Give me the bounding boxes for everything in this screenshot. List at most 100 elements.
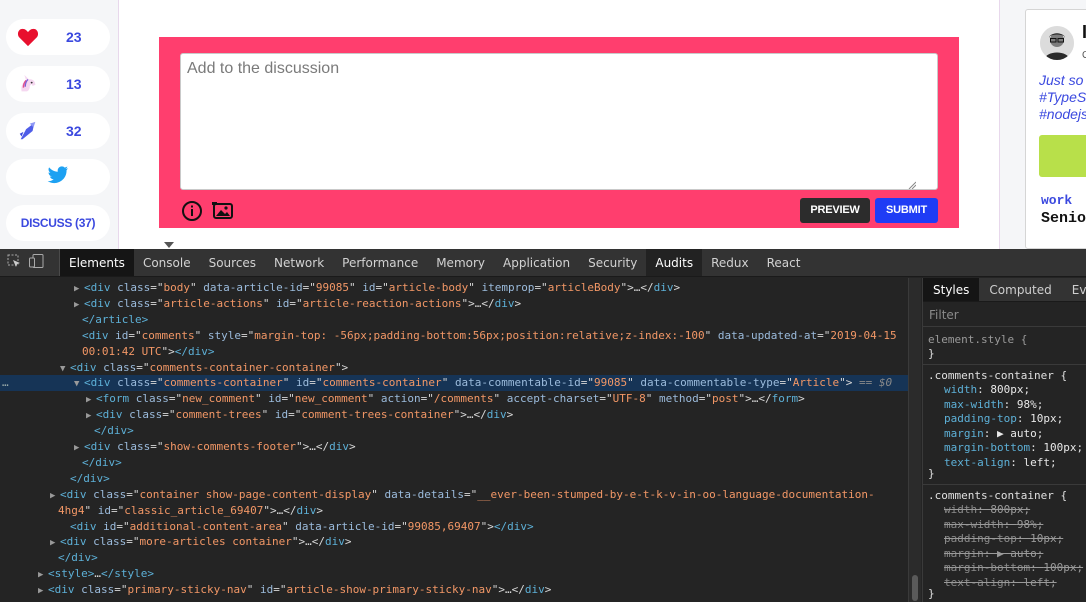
rule2-close: } <box>928 587 935 600</box>
dom-node[interactable]: </div> <box>0 550 908 566</box>
device-toolbar-icon[interactable] <box>29 253 45 272</box>
tab-security[interactable]: Security <box>579 249 646 276</box>
tab-performance[interactable]: Performance <box>333 249 427 276</box>
avatar[interactable] <box>1040 26 1074 60</box>
expand-arrow-icon[interactable]: ▶ <box>50 488 60 504</box>
dom-node[interactable]: 00:01:42 UTC"></div> <box>0 344 908 360</box>
dom-node[interactable]: <div id="additional-content-area" data-a… <box>0 519 908 535</box>
css-property[interactable]: max-width: 98%; <box>944 398 1043 412</box>
tab-audits[interactable]: Audits <box>646 249 703 276</box>
expand-arrow-icon[interactable]: ▶ <box>86 408 96 424</box>
comment-textarea[interactable]: Add to the discussion <box>180 53 938 190</box>
dom-token: 99085,69407 <box>407 519 481 533</box>
devtools-toolbar-icons <box>0 249 60 276</box>
author-name[interactable]: I <box>1082 22 1086 43</box>
css-token: : <box>983 426 997 440</box>
dom-node[interactable]: <div id="comments" style="margin-top: -5… <box>0 328 908 344</box>
css-token: ; <box>1036 546 1044 560</box>
tab-styles[interactable]: Styles <box>923 278 980 301</box>
tab-application[interactable]: Application <box>494 249 579 276</box>
expand-arrow-icon[interactable]: ▶ <box>86 392 96 408</box>
dom-node[interactable]: ▶ <style>…</style> <box>0 566 908 582</box>
dom-token: div <box>486 408 507 422</box>
styles-filter-input[interactable]: Filter <box>923 303 1086 327</box>
dom-node[interactable]: </article> <box>0 312 908 328</box>
css-token: 10px <box>1030 412 1057 425</box>
dom-token: " <box>493 392 507 406</box>
css-token: margin-bottom <box>944 561 1031 574</box>
tab-event-listeners[interactable]: Even <box>1062 278 1086 301</box>
dom-node-selected[interactable]: … ▼ <div class="comments-container" id="co… <box>0 375 908 392</box>
expand-arrow-icon[interactable]: ▶ <box>38 567 48 583</box>
dom-node[interactable]: ▶ <form class="new_comment" id="new_comme… <box>0 391 908 407</box>
preview-button[interactable]: PREVIEW <box>800 198 870 223</box>
tab-react[interactable]: React <box>758 249 810 276</box>
element-style-selector[interactable]: element.style { <box>928 333 1027 347</box>
dom-token: id <box>97 503 111 517</box>
collapse-arrow-icon[interactable]: ▼ <box>74 376 84 392</box>
dom-token: ">…</ <box>738 392 772 406</box>
tab-console[interactable]: Console <box>134 249 200 276</box>
css-property[interactable]: width: 800px; <box>944 383 1030 397</box>
dom-scroll-thumb[interactable] <box>912 575 918 601</box>
dom-node[interactable]: ▶ <div class="comment-trees" id="comment-… <box>0 407 908 423</box>
tab-network[interactable]: Network <box>265 249 333 276</box>
dom-node[interactable]: ▶ <div class="show-comments-footer">…</di… <box>0 439 908 455</box>
expand-arrow-icon[interactable]: ▶ <box>50 535 60 551</box>
image-upload-icon[interactable] <box>211 200 235 227</box>
unicorn-reaction-button[interactable]: 13 <box>6 66 110 102</box>
inspect-element-icon[interactable] <box>7 253 21 272</box>
dom-node[interactable]: ▶ <div class="container show-page-content… <box>0 487 908 503</box>
dom-token: " <box>441 376 455 390</box>
css-property[interactable]: max-width: 98%; <box>944 518 1043 532</box>
dom-token: =" <box>150 296 164 310</box>
css-property[interactable]: margin: ▶ auto; <box>944 547 1043 561</box>
css-property[interactable]: padding-top: 10px; <box>944 532 1063 546</box>
css-property[interactable]: width: 800px; <box>944 503 1030 517</box>
collapse-arrow-icon[interactable]: ▼ <box>60 361 70 377</box>
tab-elements[interactable]: Elements <box>60 249 134 276</box>
dom-token: =" <box>240 328 255 342</box>
tab-sources[interactable]: Sources <box>200 249 265 276</box>
dom-node[interactable]: ▶ <div class="more-articles container">…<… <box>0 534 908 550</box>
expand-arrow-icon[interactable]: ▶ <box>74 297 84 313</box>
dom-node[interactable]: </div> <box>0 471 908 487</box>
dom-token: " <box>194 328 208 342</box>
submit-button[interactable]: SUBMIT <box>875 198 938 223</box>
tab-redux[interactable]: Redux <box>702 249 758 276</box>
dom-node[interactable]: </div> <box>0 423 908 439</box>
css-property[interactable]: margin-bottom: 100px; <box>944 561 1083 575</box>
dom-node[interactable]: 4hg4" id="classic_article_69407">…</div> <box>0 503 908 519</box>
dom-token: div <box>524 583 545 597</box>
css-property[interactable]: text-align: left; <box>944 576 1057 590</box>
dom-node[interactable]: </div> <box>0 455 908 471</box>
css-property[interactable]: margin-bottom: 100px; <box>944 441 1083 455</box>
dom-node[interactable]: ▶ <div class="primary-sticky-nav" id="art… <box>0 582 908 598</box>
dom-token: data-commentable-type <box>640 376 780 390</box>
expand-arrow-icon[interactable]: ▶ <box>74 440 84 456</box>
discuss-button[interactable]: DISCUSS (37) <box>6 205 110 241</box>
node-menu-icon[interactable]: … <box>2 375 9 391</box>
css-property[interactable]: padding-top: 10px; <box>944 412 1063 426</box>
rule1-selector[interactable]: .comments-container { <box>928 369 1067 383</box>
css-token: ▶ auto <box>997 426 1037 440</box>
css-property[interactable]: text-align: left; <box>944 456 1057 470</box>
css-property[interactable]: margin: ▶ auto; <box>944 427 1043 441</box>
expand-arrow-icon[interactable]: ▶ <box>74 281 84 297</box>
dom-node[interactable]: ▼ <div class="comments-container-containe… <box>0 360 908 376</box>
dom-node[interactable]: ▶ <div class="article-actions" id="articl… <box>0 296 908 312</box>
tab-computed[interactable]: Computed <box>979 278 1061 301</box>
info-icon[interactable] <box>181 200 203 227</box>
expand-arrow-icon[interactable]: ▶ <box>38 583 48 599</box>
twitter-share-button[interactable] <box>6 159 110 195</box>
dom-token: " <box>254 392 269 406</box>
dom-scrollbar[interactable] <box>908 278 921 602</box>
heart-reaction-button[interactable]: 23 <box>6 19 110 55</box>
dom-token: </article> <box>82 312 149 326</box>
follow-button[interactable] <box>1039 135 1086 177</box>
dom-node[interactable]: ▶ <div class="body" data-article-id="9908… <box>0 280 908 296</box>
rule2-selector[interactable]: .comments-container { <box>928 489 1067 503</box>
bookmark-reaction-button[interactable]: 32 <box>6 113 110 149</box>
resize-handle-icon[interactable] <box>908 181 916 189</box>
tab-memory[interactable]: Memory <box>427 249 494 276</box>
